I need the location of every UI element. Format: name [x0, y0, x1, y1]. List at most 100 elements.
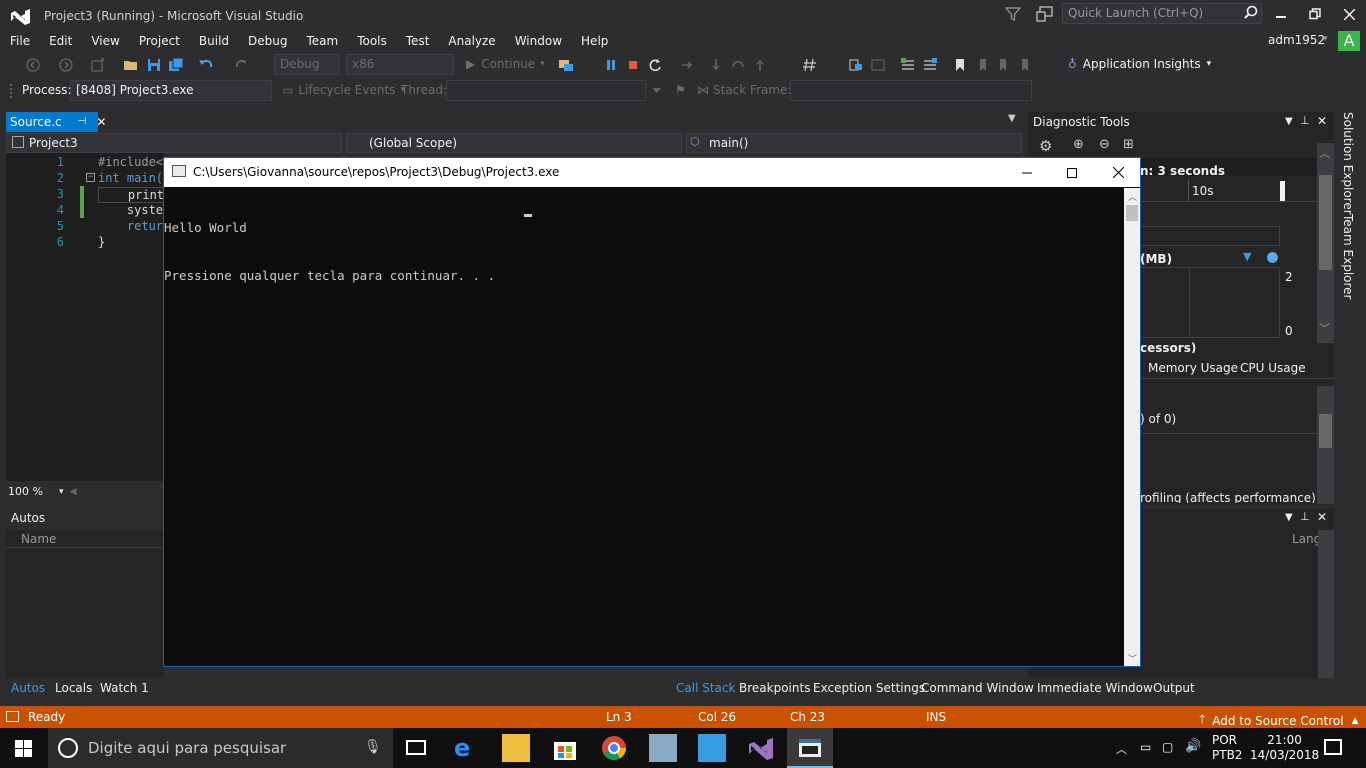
console-maximize-button[interactable] — [1049, 158, 1095, 187]
console-minimize-button[interactable] — [1004, 158, 1050, 187]
menu-project[interactable]: Project — [129, 34, 189, 48]
toolbar-grip[interactable] — [10, 84, 14, 98]
application-insights-button[interactable]: ♁ Application Insights ▾ — [1068, 57, 1211, 71]
scroll-left-icon[interactable]: ◀ — [69, 487, 76, 497]
name-column-header[interactable]: Name — [21, 532, 56, 546]
stop-icon[interactable] — [625, 57, 641, 73]
feedback-filter-icon[interactable] — [1004, 6, 1022, 22]
output-window-icon[interactable] — [6, 711, 19, 722]
file-explorer-icon[interactable] — [502, 734, 530, 762]
menu-file[interactable]: File — [0, 34, 39, 48]
zoom-out-icon[interactable]: ⊖ — [1099, 137, 1110, 152]
step-over-icon[interactable] — [730, 57, 746, 73]
microphone-icon[interactable]: 🎙 — [364, 739, 382, 755]
menu-team[interactable]: Team — [296, 34, 347, 48]
stack-frame-select[interactable] — [790, 80, 1032, 101]
chevron-down-icon[interactable]: ▾ — [1323, 34, 1328, 44]
diag-scroll-thumb[interactable] — [1319, 175, 1332, 270]
step-into-icon[interactable] — [708, 57, 724, 73]
tab-source-c[interactable]: Source.c ⊣ ✕ — [6, 112, 106, 132]
navigate-forward-icon[interactable] — [58, 57, 74, 73]
console-close-button[interactable] — [1095, 158, 1141, 187]
show-next-statement-icon[interactable] — [679, 57, 695, 73]
save-all-icon[interactable] — [168, 57, 184, 73]
tab-locals[interactable]: Locals — [55, 681, 92, 695]
team-explorer-tab[interactable]: Team Explorer — [1341, 214, 1355, 300]
close-icon[interactable]: ✕ — [1317, 114, 1327, 128]
navigate-back-icon[interactable] — [25, 57, 41, 73]
zoom-select[interactable]: 100 % ▾ ◀ — [8, 485, 76, 498]
hex-display-icon[interactable] — [802, 57, 818, 73]
clock[interactable]: 21:00 14/03/2018 — [1250, 733, 1319, 763]
solution-platform-select[interactable]: x86 — [346, 54, 454, 75]
avatar[interactable]: A — [1338, 31, 1360, 51]
tab-breakpoints[interactable]: Breakpoints — [739, 681, 810, 695]
menu-view[interactable]: View — [81, 34, 128, 48]
pin-icon[interactable]: ⊥ — [1300, 114, 1310, 127]
tab-immediate-window[interactable]: Immediate Window — [1037, 681, 1153, 695]
flag-icon[interactable]: ⚑ — [675, 83, 686, 97]
new-project-icon[interactable] — [90, 57, 106, 73]
thread-select[interactable] — [446, 80, 646, 101]
show-hidden-icons-icon[interactable]: ︿ — [1116, 741, 1127, 757]
task-view-icon[interactable] — [406, 740, 426, 755]
tab-output[interactable]: Output — [1153, 681, 1195, 695]
redo-icon[interactable] — [234, 57, 250, 73]
display-icon[interactable]: ▢ — [1162, 740, 1173, 754]
minimize-button[interactable] — [1264, 0, 1298, 28]
close-button[interactable] — [1332, 0, 1366, 28]
menu-tools[interactable]: Tools — [347, 34, 396, 48]
undo-icon[interactable] — [198, 57, 214, 73]
process-select[interactable]: [8408] Project3.exe — [70, 80, 272, 101]
toggle-bookmark-panel-icon[interactable] — [870, 57, 886, 73]
volume-icon[interactable]: 🔊 — [1185, 739, 1201, 754]
console-scroll-thumb[interactable] — [1126, 205, 1138, 221]
tab-memory-usage[interactable]: Memory Usage — [1148, 361, 1238, 375]
menu-window[interactable]: Window — [505, 34, 571, 48]
collapse-icon[interactable]: − — [86, 173, 95, 182]
menu-edit[interactable]: Edit — [39, 34, 81, 48]
tab-exception-settings[interactable]: Exception Settings — [813, 681, 925, 695]
menu-help[interactable]: Help — [571, 34, 617, 48]
tab-autos[interactable]: Autos — [11, 681, 45, 695]
tab-watch-1[interactable]: Watch 1 — [100, 681, 149, 695]
menu-debug[interactable]: Debug — [238, 34, 296, 48]
menu-build[interactable]: Build — [189, 34, 238, 48]
system-monitor-icon[interactable] — [649, 734, 677, 762]
clear-bookmarks-icon[interactable] — [1018, 57, 1034, 73]
continue-button[interactable]: ▶ Continue ▾ — [466, 57, 545, 71]
restart-icon[interactable] — [647, 57, 663, 73]
language-column-header[interactable]: Lang — [1292, 532, 1318, 546]
visual-studio-taskbar-icon[interactable] — [747, 734, 775, 762]
restore-button[interactable] — [1298, 0, 1332, 28]
chevron-down-icon[interactable]: ▼ — [1285, 116, 1293, 127]
scroll-down-icon[interactable]: ﹀ — [1128, 652, 1137, 665]
edge-browser-icon[interactable]: e — [454, 734, 482, 762]
reset-view-icon[interactable]: ⊞ — [1123, 137, 1134, 152]
step-out-icon[interactable] — [752, 57, 768, 73]
lifecycle-events-button[interactable]: ▭ Lifecycle Events ▾ — [282, 83, 405, 97]
zoom-in-icon[interactable]: ⊕ — [1073, 137, 1084, 152]
code-editor[interactable]: 1 2 3 4 5 6 − #include< int main( print … — [6, 153, 166, 481]
console-app-taskbar-icon[interactable] — [796, 734, 824, 762]
scroll-up-icon[interactable]: ︿ — [1128, 190, 1137, 203]
console-scrollbar[interactable] — [1124, 188, 1140, 666]
memory-graph[interactable] — [1140, 267, 1280, 338]
tab-call-stack[interactable]: Call Stack — [676, 681, 735, 695]
tab-command-window[interactable]: Command Window — [921, 681, 1034, 695]
tab-cpu-usage[interactable]: CPU Usage — [1240, 361, 1306, 375]
close-icon[interactable]: ✕ — [96, 113, 106, 131]
store-icon[interactable] — [551, 734, 579, 762]
input-language[interactable]: POR PTB2 — [1212, 733, 1242, 763]
next-bookmark-icon[interactable] — [996, 57, 1012, 73]
find-in-files-icon[interactable] — [848, 57, 864, 73]
windows-start-icon[interactable] — [15, 740, 32, 760]
scope-select[interactable]: (Global Scope) — [346, 133, 682, 153]
pin-icon[interactable]: ⊥ — [1300, 510, 1310, 523]
scroll-down-icon[interactable]: ﹀ — [1319, 320, 1330, 336]
member-select[interactable]: main() — [686, 133, 1022, 153]
remote-desktop-icon[interactable] — [698, 734, 726, 762]
scroll-up-icon[interactable]: ︿ — [1319, 145, 1330, 161]
user-name[interactable]: adm1952 — [1268, 33, 1325, 47]
thread-filter-icon[interactable]: ⏷ — [652, 83, 662, 98]
